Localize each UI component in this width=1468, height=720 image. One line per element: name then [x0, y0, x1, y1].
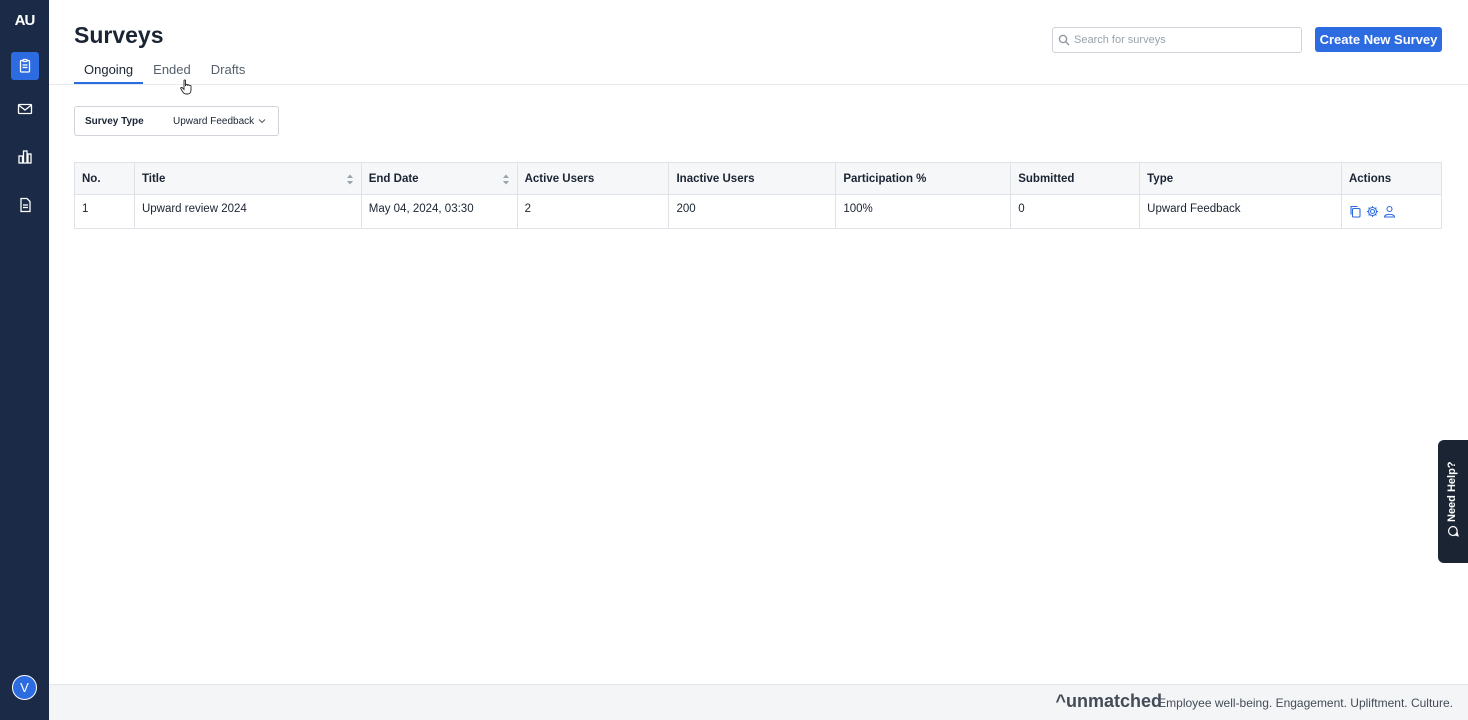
need-help-label: Need Help?: [1446, 461, 1458, 522]
sort-icon[interactable]: [346, 174, 354, 185]
column-header-type: Type: [1139, 162, 1342, 195]
avatar[interactable]: V: [12, 675, 37, 700]
surveys-table: No. Title End Date Active Users Inactive…: [74, 162, 1443, 229]
page-title: Surveys: [74, 22, 164, 48]
sidebar: AU V: [0, 0, 49, 720]
cell-active-users: 2: [516, 194, 670, 229]
column-header-end-date[interactable]: End Date: [360, 162, 518, 195]
app-logo[interactable]: AU: [0, 12, 49, 29]
document-icon: [20, 197, 31, 213]
cell-type: Upward Feedback: [1139, 194, 1342, 229]
cell-title[interactable]: Upward review 2024: [133, 194, 362, 229]
hand-cursor-icon: [180, 79, 192, 95]
search-box: [1052, 27, 1302, 53]
cell-inactive-users: 200: [668, 194, 837, 229]
row-actions: [1349, 203, 1434, 218]
chevron-down-icon: [258, 119, 266, 124]
user-icon[interactable]: [1383, 205, 1396, 218]
cell-participation: 100%: [835, 194, 1012, 229]
column-header-participation: Participation %: [835, 162, 1012, 195]
table-row[interactable]: 1 Upward review 2024 May 04, 2024, 03:30…: [74, 194, 1443, 229]
create-new-survey-button[interactable]: Create New Survey: [1315, 27, 1442, 52]
sidebar-item-surveys[interactable]: [11, 52, 39, 80]
column-header-submitted: Submitted: [1010, 162, 1141, 195]
column-header-active-users: Active Users: [516, 162, 670, 195]
mail-icon: [17, 103, 33, 115]
sidebar-item-documents[interactable]: [11, 191, 39, 219]
cell-no: 1: [74, 194, 135, 229]
chat-icon: [1447, 525, 1459, 537]
cell-end-date: May 04, 2024, 03:30: [360, 194, 518, 229]
filter-value: Upward Feedback: [173, 115, 255, 127]
search-icon: [1058, 34, 1070, 46]
tab-ongoing[interactable]: Ongoing: [74, 56, 144, 84]
survey-type-filter[interactable]: Survey Type Upward Feedback: [74, 106, 279, 136]
cell-submitted: 0: [1010, 194, 1141, 229]
column-header-title[interactable]: Title: [133, 162, 362, 195]
tab-drafts[interactable]: Drafts: [201, 56, 256, 84]
settings-icon[interactable]: [1366, 205, 1379, 218]
sidebar-item-mail[interactable]: [11, 95, 39, 123]
column-header-actions: Actions: [1340, 162, 1443, 195]
footer: ^unmatched Employee well-being. Engageme…: [49, 684, 1468, 720]
column-header-inactive-users: Inactive Users: [668, 162, 837, 195]
survey-tabs: Ongoing Ended Drafts: [74, 56, 255, 85]
app-root: AU V Surveys Ongoing Ended Drafts Search…: [0, 0, 1468, 720]
footer-tagline: Employee well-being. Engagement. Upliftm…: [1158, 696, 1453, 710]
sort-icon[interactable]: [502, 174, 510, 185]
filter-label: Survey Type: [85, 115, 144, 127]
copy-icon[interactable]: [1349, 205, 1362, 218]
header-divider: [49, 84, 1468, 85]
footer-brand: ^unmatched: [1055, 691, 1162, 711]
column-header-no: No.: [74, 162, 135, 195]
clipboard-icon: [19, 58, 31, 73]
table-header-row: No. Title End Date Active Users Inactive…: [74, 162, 1443, 195]
search-input[interactable]: [1074, 34, 1294, 46]
cell-actions: [1340, 194, 1443, 229]
need-help-button[interactable]: Need Help?: [1438, 440, 1468, 563]
bar-chart-icon: [18, 150, 32, 164]
sidebar-item-reports[interactable]: [11, 143, 39, 171]
